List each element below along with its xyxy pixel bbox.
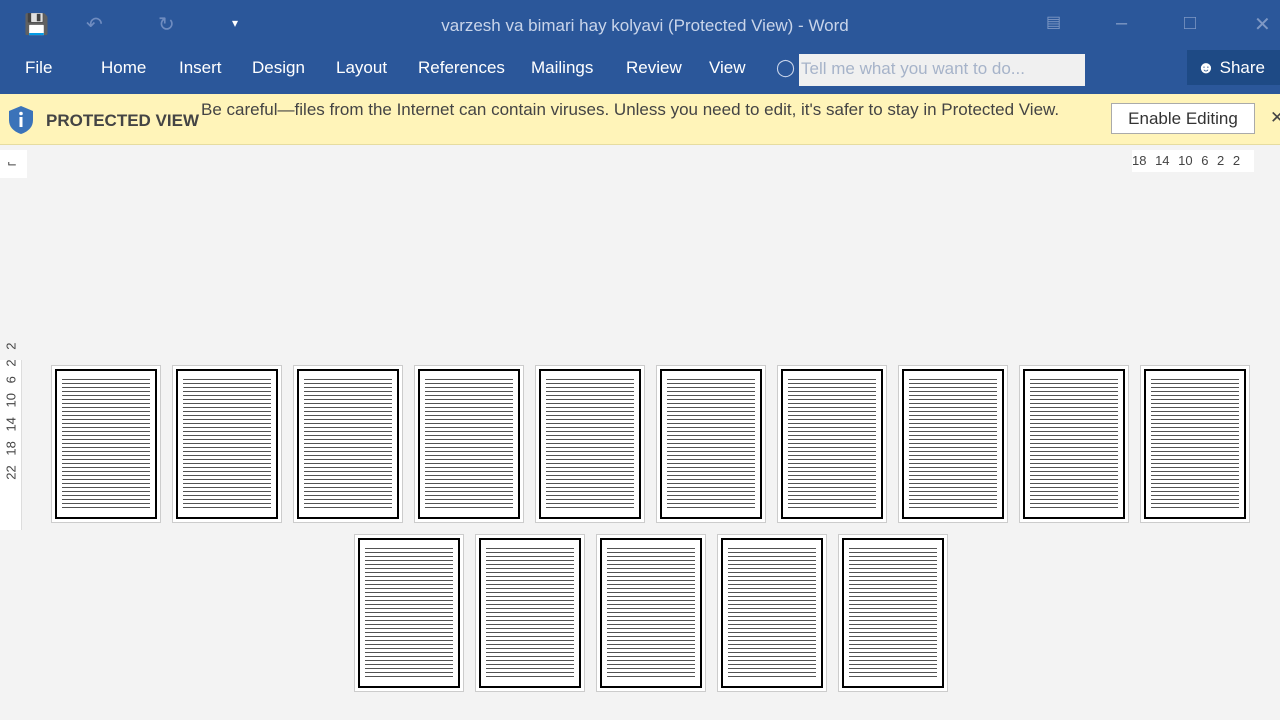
page-thumbnail[interactable]	[777, 365, 887, 523]
close-icon[interactable]: ✕	[1254, 12, 1271, 37]
tab-layout[interactable]: Layout	[336, 58, 387, 78]
page-thumbnail[interactable]	[1019, 365, 1129, 523]
tab-mailings[interactable]: Mailings	[531, 58, 593, 78]
lightbulb-icon: ◯	[776, 58, 796, 77]
page-text	[62, 377, 150, 511]
page-thumbnail[interactable]	[717, 534, 827, 692]
page-border	[1023, 369, 1125, 519]
page-thumbnail[interactable]	[475, 534, 585, 692]
ribbon-tabs: File Home Insert Design Layout Reference…	[0, 48, 1280, 94]
page-border	[600, 538, 702, 688]
tab-home[interactable]: Home	[101, 58, 146, 78]
page-thumbnail[interactable]	[898, 365, 1008, 523]
page-text	[667, 377, 755, 511]
page-thumbnail[interactable]	[596, 534, 706, 692]
tab-selector[interactable]: ⌙	[0, 150, 27, 178]
enable-editing-button[interactable]: Enable Editing	[1111, 103, 1255, 134]
protected-view-label: PROTECTED VIEW	[46, 111, 200, 130]
page-text	[425, 377, 513, 511]
page-border	[55, 369, 157, 519]
protected-view-bar: PROTECTED VIEW Be careful—files from the…	[0, 94, 1280, 145]
page-thumbnail[interactable]	[354, 534, 464, 692]
page-text	[788, 377, 876, 511]
page-text	[365, 546, 453, 680]
page-border	[842, 538, 944, 688]
page-border	[358, 538, 460, 688]
close-bar-icon[interactable]: ✕	[1270, 108, 1280, 128]
page-text	[607, 546, 695, 680]
tab-view[interactable]: View	[709, 58, 746, 78]
page-text	[728, 546, 816, 680]
page-text	[1030, 377, 1118, 511]
share-button[interactable]: ☻ Share	[1187, 50, 1280, 85]
page-border	[539, 369, 641, 519]
page-border	[1144, 369, 1246, 519]
page-border	[781, 369, 883, 519]
ruler-labels: 18 14 10 6 2 2	[1132, 153, 1241, 168]
shield-icon	[9, 106, 33, 134]
page-thumbnail[interactable]	[51, 365, 161, 523]
page-thumbnail[interactable]	[293, 365, 403, 523]
page-text	[546, 377, 634, 511]
page-thumbnail[interactable]	[414, 365, 524, 523]
maximize-icon[interactable]: □	[1184, 12, 1196, 35]
tab-insert[interactable]: Insert	[179, 58, 222, 78]
tab-references[interactable]: References	[418, 58, 505, 78]
page-thumbnail[interactable]	[838, 534, 948, 692]
page-text	[849, 546, 937, 680]
page-border	[721, 538, 823, 688]
page-text	[1151, 377, 1239, 511]
tell-me-input[interactable]: Tell me what you want to do...	[799, 54, 1085, 86]
person-add-icon: ☻	[1197, 58, 1215, 77]
protected-view-message: Be careful—files from the Internet can c…	[201, 100, 1060, 119]
tab-file[interactable]: File	[25, 58, 52, 78]
page-thumbnail[interactable]	[1140, 365, 1250, 523]
minimize-icon[interactable]: –	[1116, 12, 1127, 35]
page-border	[418, 369, 520, 519]
horizontal-ruler[interactable]: 18 14 10 6 2 2	[1132, 150, 1254, 172]
page-text	[183, 377, 271, 511]
page-text	[909, 377, 997, 511]
ribbon-display-icon[interactable]: ▤	[1046, 12, 1061, 32]
page-border	[297, 369, 399, 519]
page-border	[176, 369, 278, 519]
vertical-ruler[interactable]: 22 18 14 10 6 2 2	[0, 343, 22, 530]
page-thumbnail[interactable]	[535, 365, 645, 523]
tab-review[interactable]: Review	[626, 58, 682, 78]
window-title: varzesh va bimari hay kolyavi (Protected…	[441, 16, 849, 35]
page-border	[902, 369, 1004, 519]
ruler-labels: 22 18 14 10 6 2 2	[3, 342, 19, 480]
page-text	[486, 546, 574, 680]
page-text	[304, 377, 392, 511]
title-bar: 💾 ↶ ↻ ▾ varzesh va bimari hay kolyavi (P…	[0, 0, 1280, 48]
share-label: Share	[1219, 58, 1265, 77]
page-border	[479, 538, 581, 688]
page-thumbnail[interactable]	[172, 365, 282, 523]
tab-design[interactable]: Design	[252, 58, 305, 78]
page-border	[660, 369, 762, 519]
page-thumbnail[interactable]	[656, 365, 766, 523]
